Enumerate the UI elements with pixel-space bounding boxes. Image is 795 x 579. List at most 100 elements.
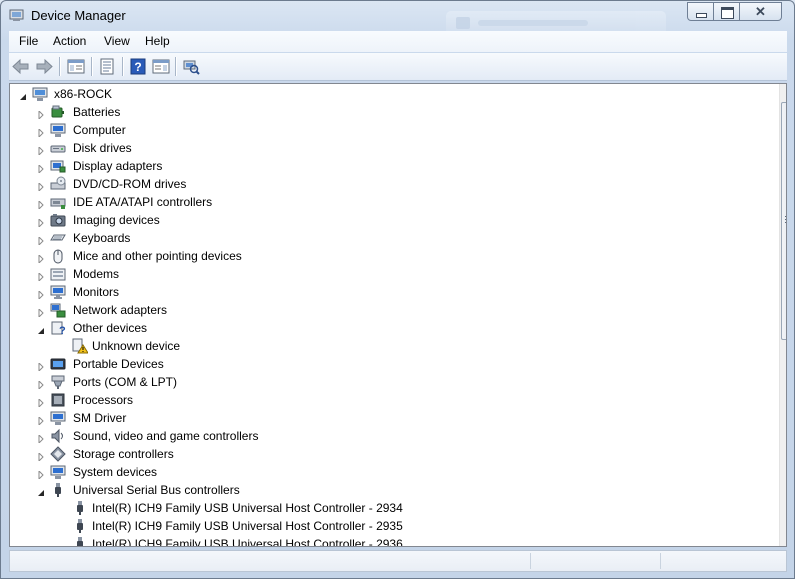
help-icon[interactable]: ?: [129, 58, 147, 75]
collapsed-arrow-icon[interactable]: [38, 216, 45, 229]
toolbar: ?: [9, 53, 787, 81]
computer-icon: [50, 122, 66, 138]
expanded-arrow-icon[interactable]: [38, 324, 45, 334]
collapsed-arrow-icon[interactable]: [38, 198, 45, 211]
toolbar-separator: [59, 57, 61, 76]
tree-node[interactable]: Processors: [10, 391, 770, 409]
tree-node[interactable]: Keyboards: [10, 229, 770, 247]
collapsed-arrow-icon[interactable]: [38, 144, 45, 157]
tree-node[interactable]: Imaging devices: [10, 211, 770, 229]
expanded-arrow-icon[interactable]: [38, 486, 45, 496]
device-tree[interactable]: x86-ROCK Batteries Computer Disk drives Dis…: [9, 83, 787, 547]
tree-node[interactable]: Ports (COM & LPT): [10, 373, 770, 391]
tree-node[interactable]: ? Other devices: [10, 319, 770, 337]
tree-node[interactable]: Intel(R) ICH9 Family USB Universal Host …: [10, 535, 770, 546]
menu-view[interactable]: View: [104, 34, 130, 48]
tree-node-label: Batteries: [73, 105, 121, 119]
collapsed-arrow-icon[interactable]: [38, 270, 45, 283]
tree-node[interactable]: Modems: [10, 265, 770, 283]
collapsed-arrow-icon[interactable]: [38, 414, 45, 427]
tree-node[interactable]: SM Driver: [10, 409, 770, 427]
tree-node-label: Other devices: [73, 321, 148, 335]
menu-bar: File Action View Help: [9, 31, 787, 52]
tree-node[interactable]: System devices: [10, 463, 770, 481]
scroll-up-icon[interactable]: ▲: [780, 84, 786, 101]
tree-node-label: Disk drives: [73, 141, 132, 155]
tree-node-label: Storage controllers: [73, 447, 174, 461]
forward-icon[interactable]: [35, 58, 53, 75]
grip-line: [785, 222, 786, 223]
title-bar[interactable]: Device Manager ✕: [1, 1, 794, 35]
collapsed-arrow-icon[interactable]: [38, 306, 45, 319]
tree-node[interactable]: Portable Devices: [10, 355, 770, 373]
portable-device-icon: [50, 356, 66, 372]
tree-node[interactable]: Monitors: [10, 283, 770, 301]
collapsed-arrow-icon[interactable]: [38, 162, 45, 175]
collapsed-arrow-icon[interactable]: [38, 378, 45, 391]
window-title: Device Manager: [31, 8, 126, 23]
keyboard-icon: [50, 230, 66, 246]
camera-icon: [50, 212, 66, 228]
collapsed-arrow-icon[interactable]: [38, 252, 45, 265]
tree-node-label: Processors: [73, 393, 134, 407]
system-device-icon: [50, 464, 66, 480]
collapsed-arrow-icon[interactable]: [38, 468, 45, 481]
tree-node[interactable]: Network adapters: [10, 301, 770, 319]
expanded-arrow-icon[interactable]: [20, 90, 27, 100]
collapsed-arrow-icon[interactable]: [38, 180, 45, 193]
processor-icon: [50, 392, 66, 408]
tree-node[interactable]: Storage controllers: [10, 445, 770, 463]
properties-icon[interactable]: [98, 58, 116, 75]
menu-action[interactable]: Action: [53, 34, 86, 48]
minimize-icon: [696, 13, 707, 18]
tree-node[interactable]: Intel(R) ICH9 Family USB Universal Host …: [10, 499, 770, 517]
usb-icon: [50, 482, 66, 498]
collapsed-arrow-icon[interactable]: [38, 108, 45, 121]
svg-text:?: ?: [59, 325, 66, 336]
tree-node[interactable]: Sound, video and game controllers: [10, 427, 770, 445]
speaker-icon: [50, 428, 66, 444]
minimize-button[interactable]: [687, 2, 714, 21]
tree-node[interactable]: Unknown device: [10, 337, 770, 355]
close-button[interactable]: ✕: [739, 2, 782, 21]
collapsed-arrow-icon[interactable]: [38, 234, 45, 247]
tree-node[interactable]: Mice and other pointing devices: [10, 247, 770, 265]
tree-node[interactable]: DVD/CD-ROM drives: [10, 175, 770, 193]
collapsed-arrow-icon[interactable]: [38, 450, 45, 463]
collapsed-arrow-icon[interactable]: [38, 432, 45, 445]
tree-node-label: IDE ATA/ATAPI controllers: [73, 195, 213, 209]
collapsed-arrow-icon[interactable]: [38, 360, 45, 373]
vertical-scrollbar[interactable]: ▲ ▼: [779, 84, 786, 546]
tree-node-label: Modems: [73, 267, 120, 281]
maximize-icon: [721, 7, 734, 19]
menu-file[interactable]: File: [19, 34, 38, 48]
tree-node[interactable]: Display adapters: [10, 157, 770, 175]
tree-root[interactable]: x86-ROCK: [10, 85, 770, 103]
tree-node[interactable]: Computer: [10, 121, 770, 139]
unknown-device-warning-icon: [72, 338, 89, 354]
tree-node[interactable]: Intel(R) ICH9 Family USB Universal Host …: [10, 517, 770, 535]
show-action-pane-icon[interactable]: [152, 58, 170, 75]
back-icon[interactable]: [12, 58, 30, 75]
menu-help[interactable]: Help: [145, 34, 170, 48]
maximize-button[interactable]: [713, 2, 740, 21]
tree-node-label: Intel(R) ICH9 Family USB Universal Host …: [92, 501, 403, 515]
tree-node[interactable]: IDE ATA/ATAPI controllers: [10, 193, 770, 211]
scroll-thumb[interactable]: [781, 102, 786, 340]
tree-node-label: Monitors: [73, 285, 120, 299]
grip-line: [785, 219, 786, 220]
tree-node[interactable]: Universal Serial Bus controllers: [10, 481, 770, 499]
network-adapter-icon: [50, 302, 66, 318]
tree-node[interactable]: Disk drives: [10, 139, 770, 157]
scan-hardware-icon[interactable]: [182, 58, 200, 75]
show-hide-console-tree-icon[interactable]: [67, 58, 85, 75]
collapsed-arrow-icon[interactable]: [38, 288, 45, 301]
monitor-icon: [50, 284, 66, 300]
tree-node[interactable]: Batteries: [10, 103, 770, 121]
usb-icon: [72, 518, 88, 534]
collapsed-arrow-icon[interactable]: [38, 396, 45, 409]
tree-node-label: Mice and other pointing devices: [73, 249, 242, 263]
collapsed-arrow-icon[interactable]: [38, 126, 45, 139]
status-pane: [530, 553, 531, 569]
scroll-down-icon[interactable]: ▼: [780, 529, 786, 546]
